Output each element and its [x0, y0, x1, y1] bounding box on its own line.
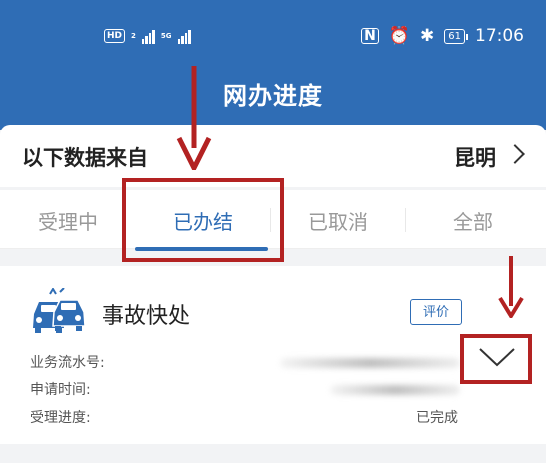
serial-number-label: 业务流水号: [30, 355, 105, 371]
car-accident-icon [33, 288, 86, 333]
highlight-box-expand [460, 334, 532, 384]
progress-value: 已完成 [416, 410, 458, 426]
status-bar-left: HD 2 5G [104, 24, 191, 48]
page-title: 网办进度 [223, 82, 323, 110]
data-source-label: 以下数据来自 [22, 146, 148, 170]
card-title: 事故快处 [102, 304, 191, 329]
apply-time-label: 申请时间: [30, 382, 91, 398]
signal-icon [141, 28, 155, 44]
bluetooth-icon: ✱ [420, 26, 435, 46]
battery-icon: 61 [444, 28, 468, 44]
serial-number-value-redacted [280, 358, 460, 368]
annotation-arrow-down-icon [498, 256, 524, 318]
tab-in-progress[interactable]: 受理中 [0, 206, 136, 235]
app-header: HD 2 5G N ⏰ ✱ 61 17:06 网办进度 [0, 0, 546, 130]
tab-all[interactable]: 全部 [405, 206, 541, 235]
clock-time: 17:06 [475, 26, 524, 46]
network-type: 5G [160, 31, 172, 40]
sim-number: 2 [131, 31, 136, 40]
data-source-city[interactable]: 昆明 [454, 142, 496, 172]
signal-icon-2 [177, 28, 191, 44]
progress-label: 受理进度: [30, 410, 91, 426]
nfc-icon: N [361, 28, 379, 44]
highlight-box-tab [122, 178, 284, 262]
annotation-arrow-down-icon [176, 66, 212, 170]
apply-time-value-redacted [330, 385, 460, 395]
evaluate-button[interactable]: 评价 [410, 299, 462, 325]
hd-badge: HD [104, 29, 126, 43]
alarm-icon: ⏰ [388, 26, 411, 46]
chevron-right-icon[interactable] [505, 144, 525, 164]
tab-cancelled[interactable]: 已取消 [270, 206, 406, 235]
status-bar-right: N ⏰ ✱ 61 17:06 [361, 24, 524, 48]
